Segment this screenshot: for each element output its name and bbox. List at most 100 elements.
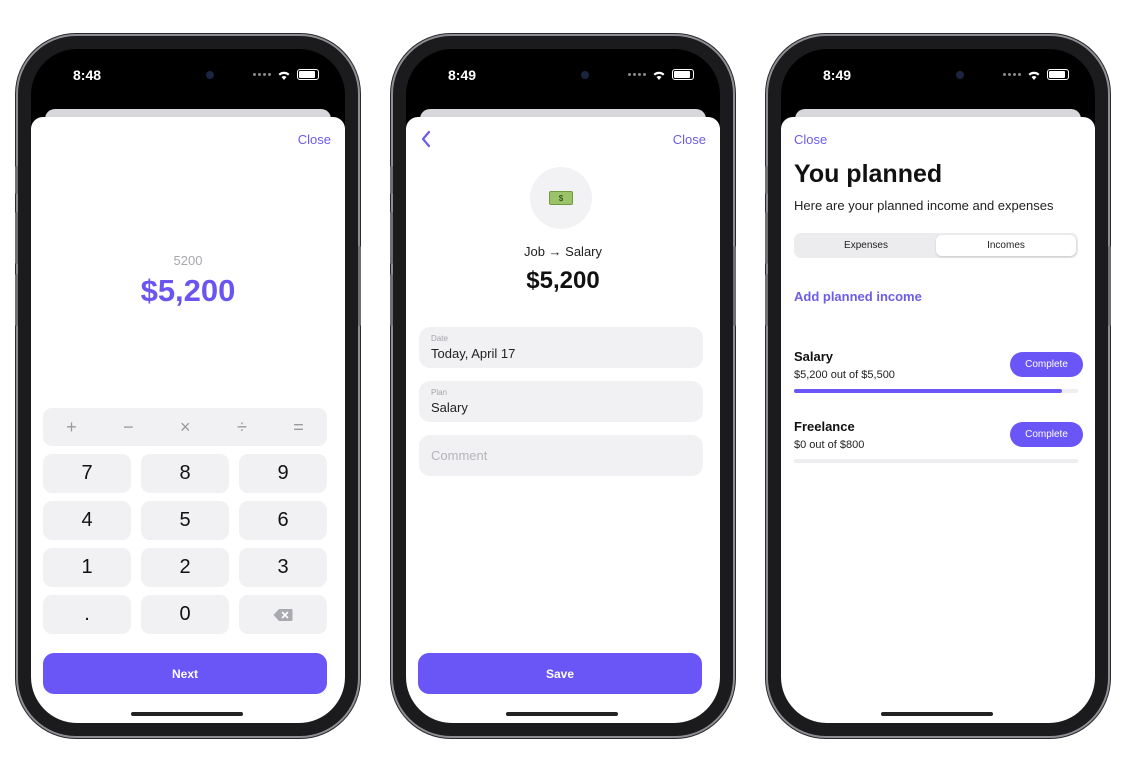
status-bar: 8:49 (406, 49, 720, 107)
status-bar: 8:48 (31, 49, 345, 107)
planned-sheet: Close You planned Here are your planned … (781, 117, 1095, 723)
add-planned-income-link[interactable]: Add planned income (794, 289, 922, 304)
side-button (15, 274, 18, 326)
operator-row: + − × ÷ = (43, 408, 327, 446)
side-button (390, 166, 393, 194)
status-bar: 8:49 (781, 49, 1095, 107)
screen: 8:48 Close 5200 $5,200 + − × ÷ = 7 8 9 4… (31, 49, 345, 723)
signal-icon (253, 73, 271, 76)
battery-icon (672, 69, 694, 80)
side-button (765, 166, 768, 194)
wifi-icon (1028, 71, 1040, 80)
plan-progress-bar (794, 459, 1078, 463)
battery-icon (297, 69, 319, 80)
page-title: You planned (794, 160, 943, 188)
key-5[interactable]: 5 (141, 501, 229, 540)
date-field-value: Today, April 17 (431, 346, 516, 361)
amount-entry-sheet: Close 5200 $5,200 + − × ÷ = 7 8 9 4 5 6 … (31, 117, 345, 723)
tab-incomes[interactable]: Incomes (936, 235, 1076, 256)
numeric-keypad: 7 8 9 4 5 6 1 2 3 . 0 (43, 454, 327, 634)
close-button[interactable]: Close (298, 132, 331, 147)
side-button (15, 166, 18, 194)
home-indicator (506, 712, 618, 716)
side-button (733, 246, 736, 326)
key-9[interactable]: 9 (239, 454, 327, 493)
multiply-key[interactable]: × (180, 417, 191, 438)
battery-icon (1047, 69, 1069, 80)
category-emoji: $ (530, 167, 592, 229)
plan-field-value: Salary (431, 400, 468, 415)
divide-key[interactable]: ÷ (237, 417, 247, 438)
key-2[interactable]: 2 (141, 548, 229, 587)
side-button (390, 274, 393, 326)
signal-icon (1003, 73, 1021, 76)
raw-amount: 5200 (173, 253, 203, 268)
date-field-label: Date (431, 334, 448, 343)
complete-button[interactable]: Complete (1010, 352, 1083, 377)
chevron-left-icon[interactable] (418, 129, 434, 149)
key-1[interactable]: 1 (43, 548, 131, 587)
key-6[interactable]: 6 (239, 501, 327, 540)
backspace-key[interactable] (239, 595, 327, 634)
plan-progress-text: $5,200 out of $5,500 (794, 369, 895, 381)
side-button (765, 274, 768, 326)
screen: 8:49 Close $ Job → Salary $5,200 Date To… (406, 49, 720, 723)
key-4[interactable]: 4 (43, 501, 131, 540)
phone-frame-2: 8:49 Close $ Job → Salary $5,200 Date To… (390, 36, 736, 736)
plan-field[interactable]: Plan Salary (419, 381, 703, 422)
money-bill-icon: $ (549, 191, 573, 205)
tab-expenses[interactable]: Expenses (796, 235, 936, 256)
next-button[interactable]: Next (43, 653, 327, 694)
plan-name: Salary (794, 349, 834, 364)
dynamic-island (886, 60, 990, 90)
dynamic-island (511, 60, 615, 90)
complete-button[interactable]: Complete (1010, 422, 1083, 447)
signal-icon (628, 73, 646, 76)
phone-frame-1: 8:48 Close 5200 $5,200 + − × ÷ = 7 8 9 4… (15, 36, 361, 736)
status-time: 8:49 (823, 67, 852, 83)
status-icons (253, 69, 319, 80)
backspace-icon (273, 608, 293, 621)
side-button (765, 212, 768, 264)
minus-key[interactable]: − (123, 417, 134, 438)
formatted-amount: $5,200 (140, 273, 236, 308)
dynamic-island (136, 60, 240, 90)
side-button (1108, 246, 1111, 326)
status-time: 8:48 (73, 67, 102, 83)
save-button[interactable]: Save (418, 653, 702, 694)
side-button (390, 212, 393, 264)
key-decimal[interactable]: . (43, 595, 131, 634)
side-button (15, 212, 18, 264)
transaction-route: Job → Salary (523, 244, 603, 259)
key-3[interactable]: 3 (239, 548, 327, 587)
plan-field-label: Plan (431, 388, 448, 397)
plan-progress-text: $0 out of $800 (794, 439, 865, 451)
phone-frame-3: 8:49 Close You planned Here are your pla… (765, 36, 1111, 736)
plan-progress-bar (794, 389, 1078, 393)
home-indicator (131, 712, 243, 716)
page-subtitle: Here are your planned income and expense… (794, 198, 1054, 213)
comment-placeholder: Comment (431, 448, 488, 463)
key-8[interactable]: 8 (141, 454, 229, 493)
segmented-control: Expenses Incomes (794, 233, 1078, 258)
transaction-details-sheet: Close $ Job → Salary $5,200 Date Today, … (406, 117, 720, 723)
wifi-icon (278, 71, 290, 80)
status-icons (628, 69, 694, 80)
status-icons (1003, 69, 1069, 80)
status-time: 8:49 (448, 67, 477, 83)
date-field[interactable]: Date Today, April 17 (419, 327, 703, 368)
close-button[interactable]: Close (673, 132, 706, 147)
equals-key[interactable]: = (293, 417, 304, 438)
side-button (358, 246, 361, 326)
plan-progress-fill (794, 389, 1063, 393)
key-7[interactable]: 7 (43, 454, 131, 493)
plan-name: Freelance (794, 419, 855, 434)
transaction-amount: $5,200 (526, 267, 600, 294)
comment-field[interactable]: Comment (419, 435, 703, 476)
close-button[interactable]: Close (794, 132, 827, 147)
wifi-icon (653, 71, 665, 80)
screen: 8:49 Close You planned Here are your pla… (781, 49, 1095, 723)
plus-key[interactable]: + (66, 417, 77, 438)
key-0[interactable]: 0 (141, 595, 229, 634)
home-indicator (881, 712, 993, 716)
